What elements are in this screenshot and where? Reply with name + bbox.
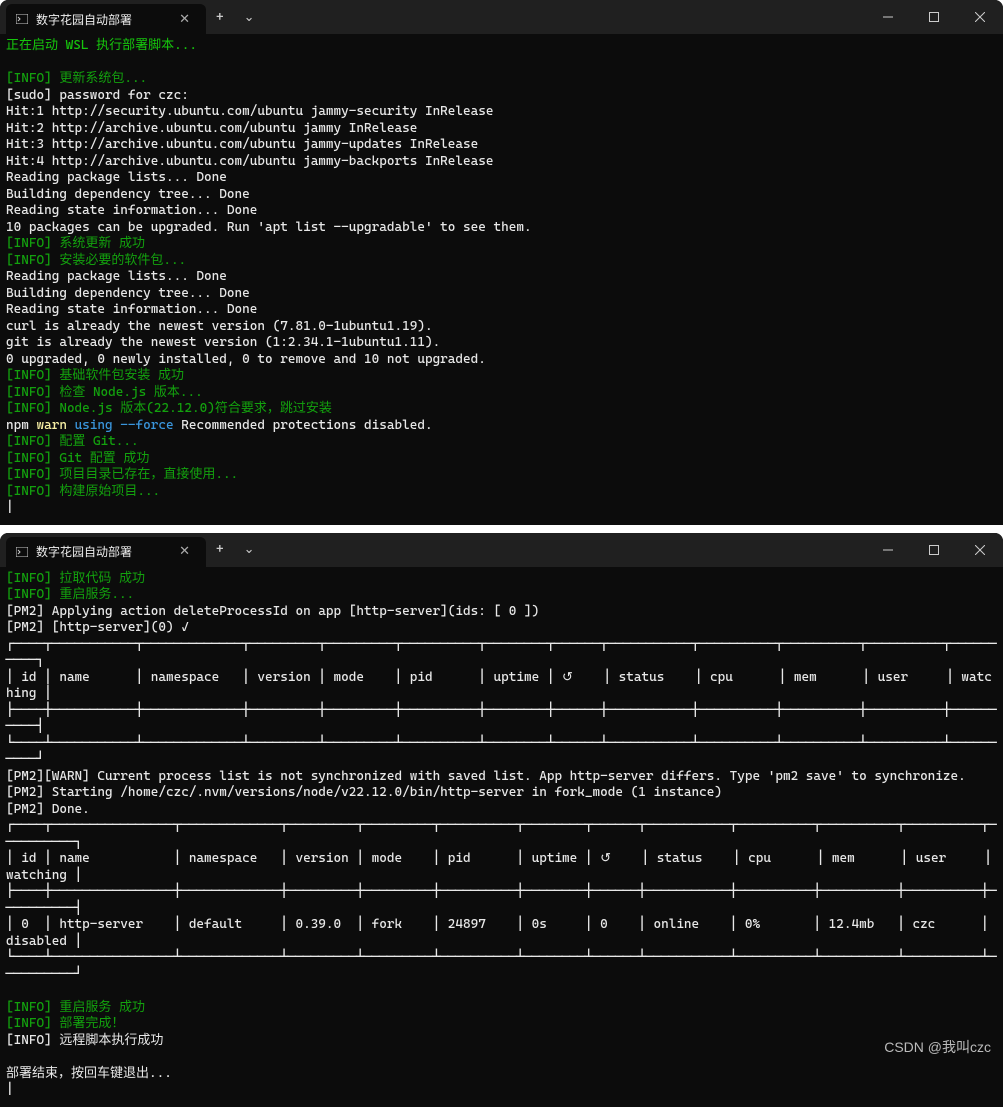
output-line: 10 packages can be upgraded. Run 'apt li… [6, 220, 997, 237]
minimize-button[interactable] [865, 533, 911, 567]
output-line: [INFO] 基础软件包安装 成功 [6, 368, 997, 385]
output-line: └────┴────────────────┴─────────────┴───… [6, 950, 997, 983]
minimize-button[interactable] [865, 0, 911, 34]
output-line: [INFO] 重启服务 成功 [6, 1000, 997, 1017]
output-line [6, 55, 997, 72]
terminal-icon [16, 547, 28, 557]
titlebar: 数字花园自动部署 ✕ + ⌄ [0, 0, 1003, 34]
output-line: Reading package lists... Done [6, 269, 997, 286]
output-line: Reading state information... Done [6, 203, 997, 220]
output-line: Hit:3 http://archive.ubuntu.com/ubuntu j… [6, 137, 997, 154]
output-line: [INFO] 部署完成！ [6, 1016, 997, 1033]
output-line: [INFO] 更新系统包... [6, 71, 997, 88]
output-line: └────┴───────────┴─────────────┴────────… [6, 736, 997, 769]
output-line: │ id │ name │ namespace │ version │ mode… [6, 851, 997, 884]
terminal-icon [16, 14, 28, 24]
close-tab-icon[interactable]: ✕ [173, 10, 196, 29]
output-line: Building dependency tree... Done [6, 286, 997, 303]
output-line: [INFO] 安装必要的软件包... [6, 253, 997, 270]
close-tab-icon[interactable]: ✕ [173, 542, 196, 561]
output-line: ├────┼───────────┼─────────────┼────────… [6, 703, 997, 736]
output-line: [INFO] 重启服务... [6, 587, 997, 604]
terminal-bottom: 数字花园自动部署 ✕ + ⌄ [INFO] 拉取代码 成功[INFO] 重启服务… [0, 533, 1003, 1107]
output-line: 0 upgraded, 0 newly installed, 0 to remo… [6, 352, 997, 369]
output-line: ┌────┬───────────┬─────────────┬────────… [6, 637, 997, 670]
output-line: [sudo] password for czc: [6, 88, 997, 105]
output-line: [PM2][WARN] Current process list is not … [6, 769, 997, 786]
tab-title: 数字花园自动部署 [36, 11, 165, 28]
output-line: ┌────┬────────────────┬─────────────┬───… [6, 818, 997, 851]
output-line: [INFO] 构建原始项目... [6, 484, 997, 501]
output-line: [PM2] Applying action deleteProcessId on… [6, 604, 997, 621]
output-line: [PM2] Done. [6, 802, 997, 819]
output-line: [INFO] 检查 Node.js 版本... [6, 385, 997, 402]
tab-dropdown-button[interactable]: ⌄ [234, 533, 265, 567]
maximize-button[interactable] [911, 533, 957, 567]
output-line: | [6, 1082, 997, 1099]
output-line: [PM2] [http-server](0) ✓ [6, 620, 997, 637]
close-window-button[interactable] [957, 0, 1003, 34]
output-line [6, 1049, 997, 1066]
output-line: curl is already the newest version (7.81… [6, 319, 997, 336]
output-line: [PM2] Starting /home/czc/.nvm/versions/n… [6, 785, 997, 802]
output-line: npm warn using --force Recommended prote… [6, 418, 997, 435]
output-line: 正在启动 WSL 执行部署脚本... [6, 38, 997, 55]
tab-active[interactable]: 数字花园自动部署 ✕ [6, 537, 206, 567]
output-line: | [6, 500, 997, 517]
output-line: Building dependency tree... Done [6, 187, 997, 204]
tab-active[interactable]: 数字花园自动部署 ✕ [6, 4, 206, 34]
output-line: [INFO] Node.js 版本(22.12.0)符合要求，跳过安装 [6, 401, 997, 418]
output-line: Reading state information... Done [6, 302, 997, 319]
maximize-button[interactable] [911, 0, 957, 34]
output-line: [INFO] 拉取代码 成功 [6, 571, 997, 588]
output-line: [INFO] 项目目录已存在，直接使用... [6, 467, 997, 484]
output-line: Reading package lists... Done [6, 170, 997, 187]
new-tab-button[interactable]: + [206, 0, 234, 34]
output-line: │ id │ name │ namespace │ version │ mode… [6, 670, 997, 703]
tab-dropdown-button[interactable]: ⌄ [234, 0, 265, 34]
tab-title: 数字花园自动部署 [36, 543, 165, 560]
output-line: git is already the newest version (1:2.3… [6, 335, 997, 352]
terminal-output[interactable]: 正在启动 WSL 执行部署脚本... [INFO] 更新系统包...[sudo]… [0, 34, 1003, 525]
new-tab-button[interactable]: + [206, 533, 234, 567]
close-window-button[interactable] [957, 533, 1003, 567]
terminal-output[interactable]: [INFO] 拉取代码 成功[INFO] 重启服务...[PM2] Applyi… [0, 567, 1003, 1107]
output-line: Hit:1 http://security.ubuntu.com/ubuntu … [6, 104, 997, 121]
output-line: [INFO] 配置 Git... [6, 434, 997, 451]
output-line: [INFO] 系统更新 成功 [6, 236, 997, 253]
titlebar: 数字花园自动部署 ✕ + ⌄ [0, 533, 1003, 567]
output-line: [INFO] Git 配置 成功 [6, 451, 997, 468]
output-line: 部署结束，按回车键退出... [6, 1066, 997, 1083]
output-line: Hit:4 http://archive.ubuntu.com/ubuntu j… [6, 154, 997, 171]
terminal-top: 数字花园自动部署 ✕ + ⌄ 正在启动 WSL 执行部署脚本... [INFO]… [0, 0, 1003, 525]
output-line: │ 0 │ http-server │ default │ 0.39.0 │ f… [6, 917, 997, 950]
watermark: CSDN @我叫czc [884, 1037, 991, 1057]
output-line: Hit:2 http://archive.ubuntu.com/ubuntu j… [6, 121, 997, 138]
output-line [6, 983, 997, 1000]
output-line: [INFO] 远程脚本执行成功 [6, 1033, 997, 1050]
output-line: ├────┼────────────────┼─────────────┼───… [6, 884, 997, 917]
